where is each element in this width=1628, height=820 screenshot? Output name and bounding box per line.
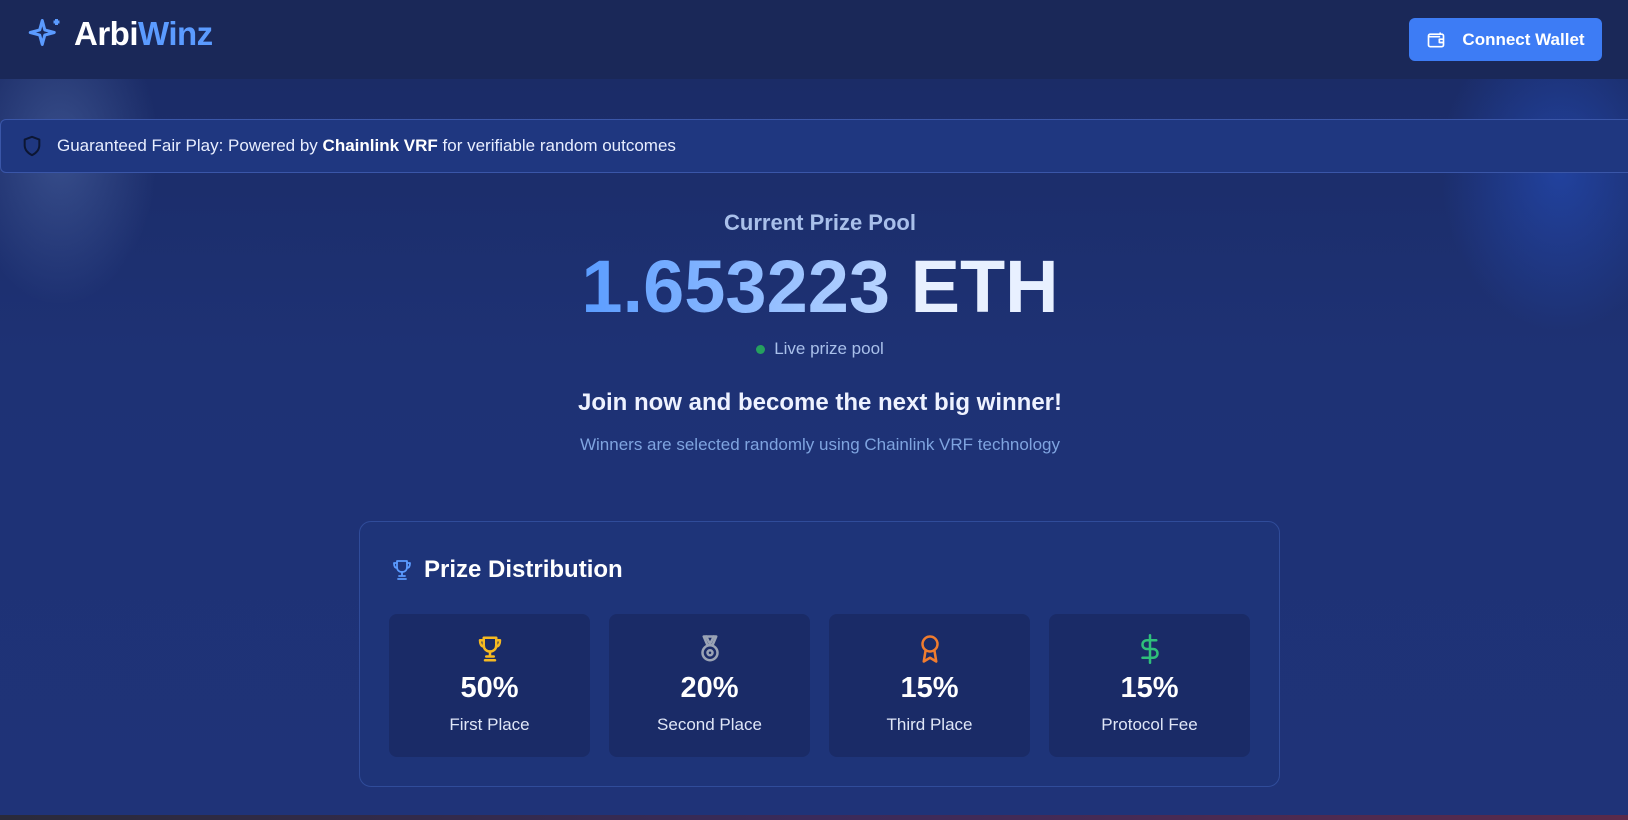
tile-percent: 15% [1120,672,1179,704]
distribution-tiles: 50% First Place 20% Second Place 15% Thi… [389,614,1250,757]
tile-third-place: 15% Third Place [829,614,1030,757]
shield-icon [23,135,41,157]
prize-distribution-heading: Prize Distribution [390,556,623,584]
tile-second-place: 20% Second Place [609,614,810,757]
wallet-icon [1428,32,1445,48]
brand-name-part2: Winz [138,15,213,52]
prize-distribution-card: Prize Distribution 50% First Place 20% S… [359,521,1280,787]
prize-distribution-title: Prize Distribution [424,556,623,583]
prize-pool-hero: Current Prize Pool 1.653223 ETH Live pri… [0,210,1628,455]
trophy-icon [393,560,411,580]
tile-label: Second Place [657,715,762,734]
medal-icon [700,635,719,662]
sparkles-icon [28,19,60,46]
live-indicator: Live prize pool [756,339,884,359]
brand-name-part1: Arbi [74,15,139,52]
tile-percent: 20% [680,672,739,704]
tile-label: Third Place [886,715,973,734]
tile-protocol-fee: 15% Protocol Fee [1049,614,1250,757]
bottom-edge-strip [0,815,1628,820]
award-icon [920,635,939,663]
prize-pool-value: 1.653223 [581,245,891,328]
fair-play-text-bold: Chainlink VRF [322,136,438,155]
connect-wallet-label: Connect Wallet [1462,29,1585,49]
brand-name: ArbiWinz [74,15,213,53]
tile-first-place: 50% First Place [389,614,590,757]
prize-pool-label: Current Prize Pool [724,210,916,235]
prize-pool-amount: 1.653223 ETH [0,246,1628,327]
tile-label: Protocol Fee [1101,715,1198,734]
live-dot [756,344,766,354]
join-headline: Join now and become the next big winner! [577,389,1063,417]
tile-percent: 50% [460,672,519,704]
dollar-icon [1140,634,1159,664]
connect-wallet-button[interactable]: Connect Wallet [1409,18,1602,61]
brand-logo[interactable]: ArbiWinz [28,14,213,54]
tile-percent: 15% [900,672,959,704]
fair-play-text-before: Guaranteed Fair Play: Powered by [57,136,318,155]
tile-label: First Place [449,715,530,734]
winners-subline: Winners are selected randomly using Chai… [579,435,1060,455]
fair-play-banner: Guaranteed Fair Play: Powered by Chainli… [0,119,1628,173]
prize-pool-unit: ETH [910,245,1059,328]
trophy-icon [478,636,501,662]
fair-play-text: Guaranteed Fair Play: Powered by Chainli… [57,136,676,156]
top-header: ArbiWinz Connect Wallet [0,0,1628,79]
fair-play-text-after: for verifiable random outcomes [442,136,676,155]
live-label: Live prize pool [774,339,884,359]
